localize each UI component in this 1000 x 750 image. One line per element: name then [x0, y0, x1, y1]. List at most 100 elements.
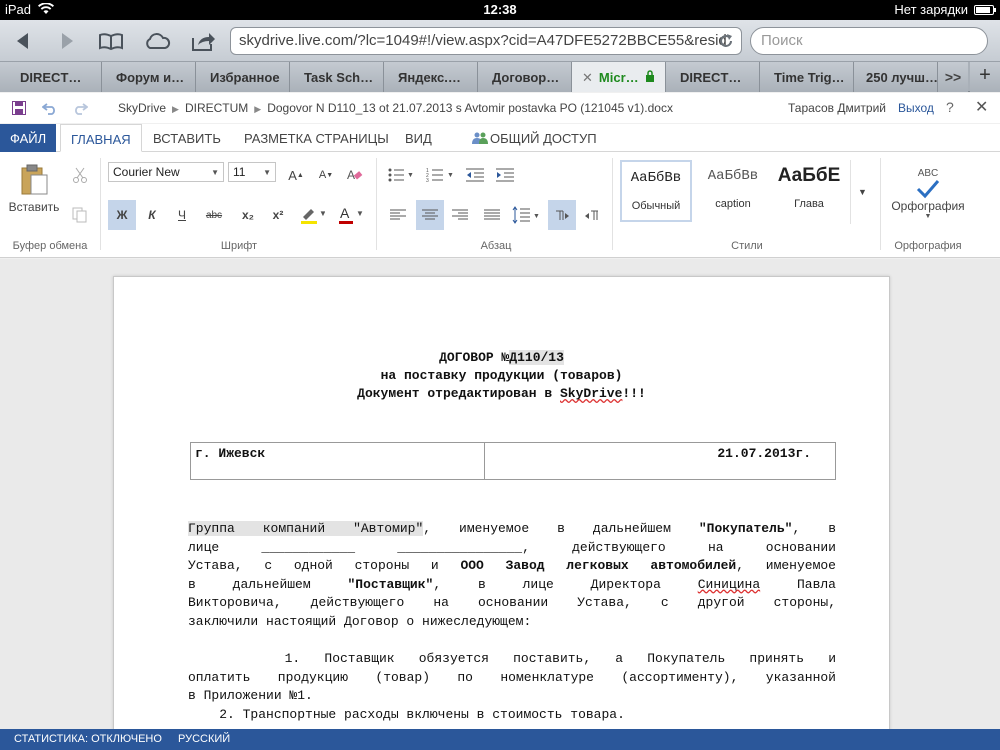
- tab-page-layout[interactable]: РАЗМЕТКА СТРАНИЦЫ: [234, 124, 399, 152]
- ltr-icon: [556, 210, 569, 220]
- strikethrough-button[interactable]: abc: [200, 200, 228, 230]
- breadcrumb-folder[interactable]: DIRECTUM: [185, 101, 248, 115]
- align-center-icon: [422, 209, 438, 220]
- svg-text:▼: ▼: [407, 172, 414, 179]
- doc-title-number: Д110/13: [509, 350, 564, 365]
- bullets-icon[interactable]: ▼: [388, 168, 414, 182]
- tab-label: 250 лучш…: [866, 70, 938, 85]
- city-cell: г. Ижевск: [191, 443, 485, 479]
- user-name[interactable]: Тарасов Дмитрий: [788, 101, 886, 115]
- clipboard-group-label: Буфер обмена: [12, 240, 88, 252]
- spelling-button[interactable]: ABC Орфография ▼: [886, 158, 970, 230]
- align-left-icon[interactable]: [390, 209, 406, 221]
- line-spacing-icon[interactable]: ▼: [512, 206, 540, 224]
- reload-icon[interactable]: [717, 32, 735, 50]
- close-icon[interactable]: ✕: [975, 97, 988, 117]
- text-line: заключили настоящий Договор о нижеследую…: [188, 613, 532, 629]
- redo-icon[interactable]: [72, 101, 88, 115]
- battery-icon: [974, 5, 996, 15]
- justify-icon[interactable]: [484, 209, 500, 221]
- search-field[interactable]: Поиск: [750, 27, 988, 55]
- new-tab-icon[interactable]: +: [970, 62, 1000, 92]
- breadcrumb-skydrive[interactable]: SkyDrive: [118, 101, 166, 115]
- text-line: 2. Транспортные расходы включены в стоим…: [188, 707, 625, 722]
- tab-view[interactable]: ВИД: [395, 124, 442, 152]
- bookmarks-icon[interactable]: [96, 28, 126, 54]
- ltr-button[interactable]: [548, 200, 576, 230]
- decrease-indent-icon[interactable]: [466, 168, 484, 182]
- tab-7[interactable]: DIRECT…: [666, 62, 760, 92]
- more-tabs-icon[interactable]: >>: [938, 62, 968, 92]
- tab-1[interactable]: Форум и…: [102, 62, 196, 92]
- rtl-icon[interactable]: [584, 209, 600, 221]
- chevron-right-icon: ▶: [254, 104, 262, 114]
- numbering-icon[interactable]: 123▼: [426, 168, 454, 182]
- document-canvas[interactable]: ДОГОВОР №Д110/13 на поставку продукции (…: [0, 259, 1000, 729]
- divider: [612, 158, 613, 250]
- text-run: , именуемое в дальнейшем: [423, 521, 699, 536]
- italic-button[interactable]: К: [140, 200, 164, 230]
- font-name-value: Courier New: [113, 165, 180, 179]
- icloud-tabs-icon[interactable]: [142, 28, 172, 54]
- tab-0[interactable]: DIRECT…: [0, 62, 102, 92]
- word-count-status[interactable]: СТАТИСТИКА: ОТКЛЮЧЕНО: [14, 733, 162, 745]
- tab-4[interactable]: Яндекс.…: [384, 62, 478, 92]
- lock-icon: [646, 70, 655, 82]
- font-color-button[interactable]: A ▼: [334, 200, 366, 230]
- language-status[interactable]: РУССКИЙ: [178, 733, 230, 745]
- forward-icon[interactable]: [52, 28, 82, 54]
- align-center-button[interactable]: [416, 200, 444, 230]
- tab-3[interactable]: Task Sch…: [290, 62, 384, 92]
- city-date-table: г. Ижевск 21.07.2013г.: [190, 442, 836, 480]
- help-icon[interactable]: ?: [946, 99, 954, 115]
- tab-6-active[interactable]: ✕ Micr…: [572, 62, 666, 92]
- subscript-button[interactable]: x₂: [236, 200, 260, 230]
- svg-text:▼: ▼: [533, 213, 540, 220]
- underline-button[interactable]: Ч: [170, 200, 194, 230]
- tab-2[interactable]: Избранное: [196, 62, 290, 92]
- tab-label: DIRECT…: [680, 70, 742, 85]
- paste-label: Вставить: [8, 200, 60, 214]
- style-caption[interactable]: АаБбВв caption: [697, 160, 769, 222]
- tab-share[interactable]: ОБЩИЙ ДОСТУП: [462, 124, 607, 152]
- font-size-select[interactable]: 11 ▼: [228, 162, 276, 182]
- edited-prefix: Документ отредактирован в: [357, 386, 560, 401]
- styles-more-icon[interactable]: ▼: [850, 160, 874, 224]
- copy-icon[interactable]: [72, 207, 88, 223]
- tab-9[interactable]: 250 лучш…: [854, 62, 938, 92]
- close-tab-icon[interactable]: ✕: [582, 70, 593, 85]
- tab-insert[interactable]: ВСТАВИТЬ: [143, 124, 231, 152]
- tab-label: Избранное: [210, 70, 280, 85]
- bold-button[interactable]: Ж: [108, 200, 136, 230]
- increase-indent-icon[interactable]: [496, 168, 514, 182]
- tab-5[interactable]: Договор…: [478, 62, 572, 92]
- tab-file[interactable]: ФАЙЛ: [0, 124, 56, 152]
- align-right-icon[interactable]: [452, 209, 468, 221]
- highlight-color-button[interactable]: ▼: [296, 200, 328, 230]
- cut-icon[interactable]: [72, 167, 88, 183]
- tab-home[interactable]: ГЛАВНАЯ: [60, 124, 142, 152]
- undo-icon[interactable]: [42, 101, 58, 115]
- tab-label: Time Trig…: [774, 70, 845, 85]
- style-heading[interactable]: АаБбЕ Глава: [773, 160, 845, 222]
- url-text: skydrive.live.com/?lc=1049#!/view.aspx?c…: [239, 32, 727, 49]
- superscript-button[interactable]: x²: [266, 200, 290, 230]
- logout-link[interactable]: Выход: [898, 101, 934, 115]
- svg-text:▼: ▼: [319, 209, 325, 218]
- paste-button[interactable]: Вставить: [6, 160, 62, 218]
- back-icon[interactable]: [8, 28, 38, 54]
- tab-8[interactable]: Time Trig…: [760, 62, 854, 92]
- grow-font-icon[interactable]: A ▲: [286, 164, 306, 186]
- style-normal[interactable]: АаБбВв Обычный: [620, 160, 692, 222]
- text-line: в Приложении №1.: [188, 688, 313, 703]
- share-icon[interactable]: [188, 28, 218, 54]
- clear-formatting-icon[interactable]: A: [346, 166, 364, 184]
- shrink-font-icon[interactable]: A ▼: [316, 164, 336, 186]
- status-bar: СТАТИСТИКА: ОТКЛЮЧЕНО РУССКИЙ: [0, 729, 1000, 750]
- font-name-select[interactable]: Courier New ▼: [108, 162, 224, 182]
- document-page[interactable]: ДОГОВОР №Д110/13 на поставку продукции (…: [113, 276, 890, 729]
- chevron-down-icon: ▼: [924, 213, 932, 220]
- text-run: Устава, с одной стороны и: [188, 558, 461, 573]
- address-bar[interactable]: skydrive.live.com/?lc=1049#!/view.aspx?c…: [230, 27, 742, 55]
- save-icon[interactable]: [12, 101, 26, 115]
